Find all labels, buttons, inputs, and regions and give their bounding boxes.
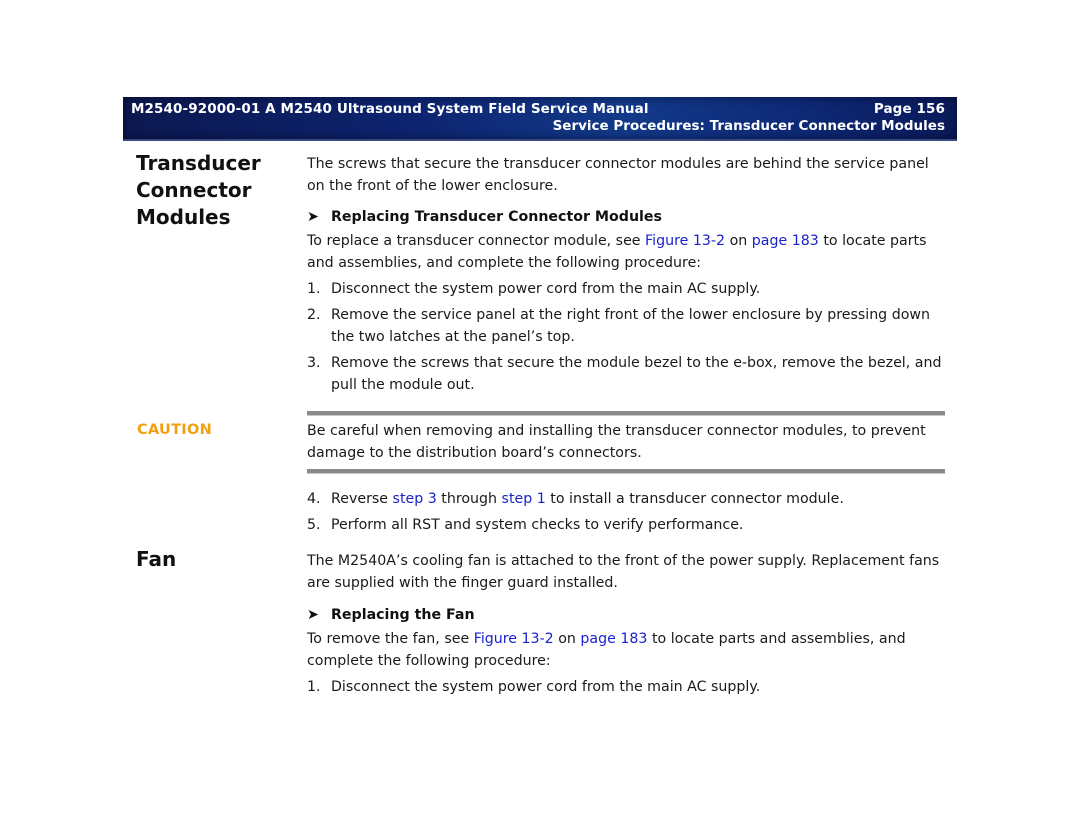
page-number: Page 156 — [873, 101, 945, 117]
figure-link[interactable]: Figure 13-2 — [645, 233, 725, 249]
step-number: 3. — [307, 355, 321, 371]
list-item: 5. Perform all RST and system checks to … — [307, 514, 947, 536]
subheading-text: Replacing the Fan — [331, 607, 475, 623]
caution-bottom-rule — [307, 469, 945, 474]
section-intro: The screws that secure the transducer co… — [307, 156, 929, 194]
text: on — [553, 631, 581, 647]
step-number: 2. — [307, 307, 321, 323]
step-number: 5. — [307, 517, 321, 533]
section-title: Service Procedures: Transducer Connector… — [552, 118, 945, 134]
list-item: 4. Reverse step 3 through step 1 to inst… — [307, 488, 947, 510]
heading-line: Connector — [136, 178, 252, 202]
step-3-link[interactable]: step 3 — [393, 491, 437, 507]
page-link[interactable]: page 183 — [752, 233, 819, 249]
step-text: Reverse step 3 through step 1 to install… — [307, 488, 947, 510]
section-heading-fan: Fan — [136, 547, 177, 571]
text: To remove the fan, see — [307, 631, 474, 647]
step-text: Perform all RST and system checks to ver… — [331, 517, 744, 533]
step-text: Disconnect the system power cord from th… — [331, 281, 761, 297]
caution-top-rule — [307, 411, 945, 416]
manual-title: M2540-92000-01 A M2540 Ultrasound System… — [131, 101, 649, 117]
text: on — [725, 233, 752, 249]
arrow-icon: ➤ — [307, 209, 319, 225]
step-number: 1. — [307, 281, 321, 297]
fan-subheading: ➤ Replacing the Fan — [307, 607, 475, 623]
arrow-icon: ➤ — [307, 607, 319, 623]
procedure-intro: To replace a transducer connector module… — [307, 230, 947, 274]
page-header: M2540-92000-01 A M2540 Ultrasound System… — [123, 97, 957, 141]
text: To replace a transducer connector module… — [307, 233, 646, 249]
step-1-link[interactable]: step 1 — [502, 491, 546, 507]
list-item: 1. Disconnect the system power cord from… — [307, 676, 947, 698]
section-heading-transducer: Transducer Connector Modules — [136, 150, 261, 231]
list-item: 3. Remove the screws that secure the mod… — [307, 352, 947, 396]
step-text: Remove the screws that secure the module… — [331, 355, 942, 393]
heading-line: Modules — [136, 205, 231, 229]
text: to install a transducer connector module… — [545, 491, 844, 507]
step-number: 4. — [307, 491, 321, 507]
step-text: Remove the service panel at the right fr… — [331, 307, 930, 345]
subheading-text: Replacing Transducer Connector Modules — [331, 209, 662, 225]
step-number: 1. — [307, 679, 321, 695]
fan-procedure-intro: To remove the fan, see Figure 13-2 on pa… — [307, 628, 947, 672]
procedure-subheading: ➤ Replacing Transducer Connector Modules — [307, 209, 662, 225]
page-link[interactable]: page 183 — [580, 631, 647, 647]
caution-text: Be careful when removing and installing … — [307, 423, 926, 461]
list-item: 2. Remove the service panel at the right… — [307, 304, 947, 348]
text: through — [436, 491, 502, 507]
step-text: Disconnect the system power cord from th… — [331, 679, 761, 695]
fan-intro: The M2540A’s cooling fan is attached to … — [307, 553, 940, 591]
caution-label: CAUTION — [137, 422, 213, 438]
text: Reverse — [331, 491, 393, 507]
list-item: 1. Disconnect the system power cord from… — [307, 278, 947, 300]
heading-line: Transducer — [136, 151, 261, 175]
figure-link[interactable]: Figure 13-2 — [474, 631, 554, 647]
